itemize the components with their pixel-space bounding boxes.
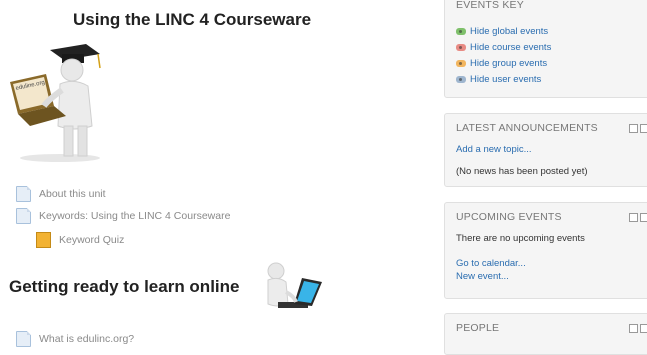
go-to-calendar-link[interactable]: Go to calendar...	[456, 258, 526, 269]
activity-label: What is edulinc.org?	[39, 333, 135, 345]
new-event-link[interactable]: New event...	[456, 271, 509, 282]
block-header: PEOPLE	[456, 322, 500, 334]
hide-global-events-link[interactable]: Hide global events	[456, 26, 548, 37]
dock-icon[interactable]	[640, 124, 647, 133]
upcoming-events-block: UPCOMING EVENTS There are no upcoming ev…	[444, 202, 647, 299]
page-icon	[16, 186, 31, 202]
page-icon	[16, 208, 31, 224]
activity-link[interactable]: About this unit	[16, 186, 106, 202]
quiz-icon	[36, 232, 51, 248]
hide-course-events-link[interactable]: Hide course events	[456, 42, 551, 53]
block-controls[interactable]	[629, 213, 647, 222]
eye-icon	[456, 76, 466, 83]
activity-label: Keywords: Using the LINC 4 Courseware	[39, 210, 231, 222]
activity-link[interactable]: Keywords: Using the LINC 4 Courseware	[16, 208, 230, 224]
activity-label: About this unit	[39, 188, 106, 200]
page-icon	[16, 331, 31, 347]
hide-user-events-link[interactable]: Hide user events	[456, 74, 541, 85]
add-new-topic-link[interactable]: Add a new topic...	[456, 144, 532, 155]
people-block: PEOPLE	[444, 313, 647, 355]
collapse-icon[interactable]	[629, 213, 638, 222]
hide-group-events-link[interactable]: Hide group events	[456, 58, 547, 69]
section-title: Using the LINC 4 Courseware	[73, 10, 312, 29]
section-title: Getting ready to learn online	[9, 277, 240, 296]
block-controls[interactable]	[629, 324, 647, 333]
latest-announcements-block: LATEST ANNOUNCEMENTS Add a new topic... …	[444, 113, 647, 187]
dock-icon[interactable]	[640, 324, 647, 333]
no-events-text: There are no upcoming events	[456, 233, 585, 244]
eye-icon	[456, 28, 466, 35]
activity-link[interactable]: What is edulinc.org?	[16, 331, 134, 347]
activity-link[interactable]: Keyword Quiz	[36, 232, 124, 248]
course-main-content: Using the LINC 4 Courseware eduline.org …	[0, 0, 430, 347]
activity-label: Keyword Quiz	[59, 234, 125, 246]
dock-icon[interactable]	[640, 213, 647, 222]
eye-icon	[456, 44, 466, 51]
graduate-laptop-illustration: eduline.org	[10, 44, 101, 162]
events-key-block: EVENTS KEY Hide global events Hide cours…	[444, 0, 647, 98]
no-news-text: (No news has been posted yet)	[456, 166, 588, 177]
block-controls[interactable]	[629, 124, 647, 133]
student-at-laptop-illustration	[267, 262, 322, 308]
eye-icon	[456, 60, 466, 67]
block-header: EVENTS KEY	[456, 0, 524, 11]
block-header: LATEST ANNOUNCEMENTS	[456, 122, 598, 134]
collapse-icon[interactable]	[629, 124, 638, 133]
collapse-icon[interactable]	[629, 324, 638, 333]
block-header: UPCOMING EVENTS	[456, 211, 562, 223]
